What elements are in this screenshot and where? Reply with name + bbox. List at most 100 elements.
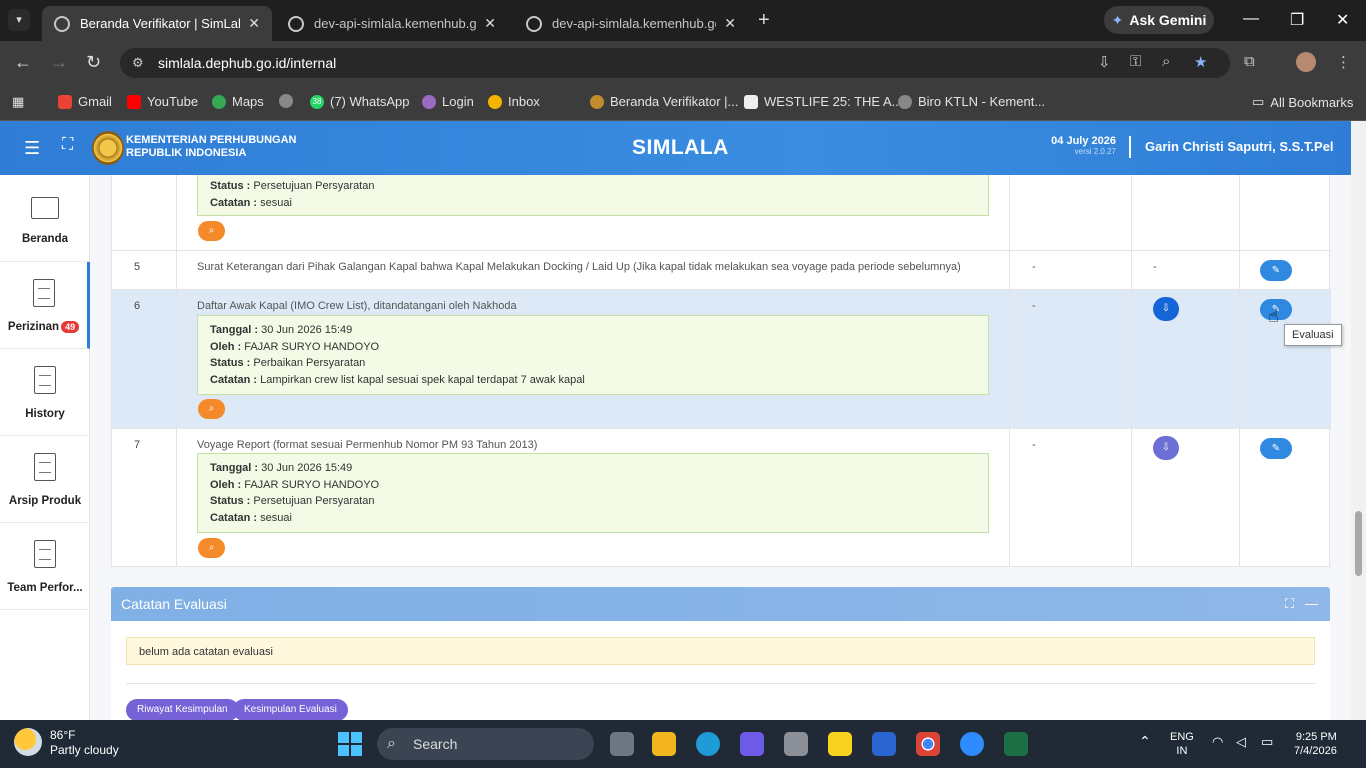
minimize-button[interactable]: —: [1243, 10, 1259, 28]
sidebar-item-label: Team Perfor...: [7, 582, 83, 594]
requirements-table: Status : Persetujuan Persyaratan Catatan…: [111, 175, 1331, 567]
cell-value: -: [1153, 261, 1157, 273]
weather-widget[interactable]: 86°F Partly cloudy: [14, 728, 119, 758]
url-field[interactable]: ⚙ simlala.dephub.go.id/internal: [120, 48, 1230, 78]
sidebar-item-beranda[interactable]: Beranda: [0, 175, 90, 262]
edge-icon[interactable]: [696, 732, 720, 756]
profile-avatar[interactable]: [1296, 52, 1316, 72]
evaluate-button[interactable]: ✎: [1260, 438, 1292, 459]
show-hidden-icons[interactable]: ⌃: [1139, 734, 1151, 748]
sidebar-item-history[interactable]: History: [0, 349, 90, 436]
empty-evaluation-note: belum ada catatan evaluasi: [126, 637, 1315, 665]
expand-icon[interactable]: ⛶: [1285, 596, 1294, 611]
close-tab-icon[interactable]: ✕: [484, 15, 496, 32]
bookmark-login[interactable]: Login: [422, 94, 474, 109]
page-scrollbar[interactable]: [1351, 121, 1366, 720]
sidebar-item-arsip-produk[interactable]: Arsip Produk: [0, 436, 90, 523]
note-value: Perbaikan Persyaratan: [253, 357, 366, 370]
url-text: simlala.dephub.go.id/internal: [158, 55, 337, 71]
fullscreen-icon[interactable]: ⛶: [62, 136, 73, 154]
simlala-icon: [590, 94, 604, 109]
main-content: Status : Persetujuan Persyaratan Catatan…: [90, 175, 1351, 720]
evaluation-note: Tanggal : 30 Jun 2026 15:49 Oleh : FAJAR…: [197, 453, 989, 533]
all-bookmarks[interactable]: ▭ All Bookmarks: [1252, 94, 1353, 110]
note-label: Catatan :: [210, 374, 258, 387]
back-icon[interactable]: ←: [14, 52, 32, 73]
note-value: Persetujuan Persyaratan: [253, 180, 375, 192]
windows-taskbar: 86°F Partly cloudy ⌕ Search ⌃ ENG IN ◠ ◁…: [0, 720, 1366, 768]
reload-icon[interactable]: ↻: [86, 52, 101, 73]
bookmark-biro-ktln[interactable]: Biro KTLN - Kement...: [898, 94, 1045, 109]
note-label: Catatan :: [210, 512, 258, 525]
install-app-icon[interactable]: ⇩: [1098, 53, 1111, 71]
view-detail-button[interactable]: ⌕: [198, 399, 225, 419]
bookmark-youtube[interactable]: YouTube: [127, 94, 198, 109]
volume-icon[interactable]: ◁: [1236, 735, 1246, 749]
view-detail-button[interactable]: ⌕: [198, 221, 225, 241]
riwayat-kesimpulan-button[interactable]: Riwayat Kesimpulan: [126, 699, 239, 720]
kesimpulan-evaluasi-button[interactable]: Kesimpulan Evaluasi: [233, 699, 348, 720]
windows-start-icon[interactable]: [338, 732, 362, 756]
bookmark-maps[interactable]: Maps: [212, 94, 264, 109]
ministry-line2: REPUBLIK INDONESIA: [126, 147, 247, 159]
download-button[interactable]: ⇩: [1153, 297, 1179, 321]
browser-tab[interactable]: dev-api-simlala.kemenhub.go.id ✕: [514, 6, 748, 41]
bookmark-beranda[interactable]: Beranda Verifikator |...: [590, 94, 738, 109]
clock[interactable]: 9:25 PM 7/4/2026: [1294, 730, 1337, 758]
column-divider: [1239, 175, 1240, 567]
chrome-menu-icon[interactable]: ⋮: [1336, 53, 1351, 71]
remote-desktop-icon[interactable]: [872, 732, 896, 756]
menu-hamburger-icon[interactable]: ☰: [24, 138, 40, 159]
sidebar-item-label: Perizinan: [7, 321, 60, 334]
sticky-notes-icon[interactable]: [828, 732, 852, 756]
battery-icon[interactable]: ▭: [1261, 735, 1273, 749]
collapse-icon[interactable]: —: [1305, 596, 1318, 611]
bookmark-globe[interactable]: [279, 94, 293, 108]
view-detail-button[interactable]: ⌕: [198, 538, 225, 558]
bookmark-whatsapp[interactable]: 38 (7) WhatsApp: [310, 94, 409, 109]
copilot-icon[interactable]: [740, 732, 764, 756]
user-name[interactable]: Garin Christi Saputri, S.S.T.Pel: [1145, 139, 1334, 154]
restore-button[interactable]: ❐: [1290, 10, 1304, 30]
gemini-star-icon: ✦: [1111, 11, 1124, 28]
evaluate-button[interactable]: ✎: [1260, 260, 1292, 281]
time-text: 9:25 PM: [1295, 731, 1337, 743]
close-window-button[interactable]: ✕: [1336, 10, 1349, 30]
sidebar-item-team-performance[interactable]: Team Perfor...: [0, 523, 90, 610]
language-indicator[interactable]: ENG IN: [1170, 730, 1194, 758]
header-date: 04 July 2026 versi 2.0.27: [1051, 135, 1116, 156]
bookmark-star-icon[interactable]: ★: [1194, 53, 1207, 71]
excel-icon[interactable]: [1004, 732, 1028, 756]
tab-search-button[interactable]: ▾: [8, 9, 30, 31]
download-button[interactable]: ⇩: [1153, 436, 1179, 460]
bookmark-westlife[interactable]: WESTLIFE 25: THE A...: [744, 94, 902, 109]
zoom-icon[interactable]: ⌕: [1162, 53, 1170, 70]
new-tab-button[interactable]: +: [758, 9, 770, 32]
close-tab-icon[interactable]: ✕: [724, 15, 736, 32]
ask-gemini-button[interactable]: ✦ Ask Gemini: [1104, 6, 1214, 34]
browser-tab[interactable]: dev-api-simlala.kemenhub.go.id ✕: [276, 6, 508, 41]
scrollbar-thumb[interactable]: [1355, 511, 1362, 576]
password-key-icon[interactable]: ⚿: [1130, 53, 1141, 70]
bookmark-gmail[interactable]: Gmail: [58, 94, 112, 109]
sidebar-item-perizinan[interactable]: Perizinan 49: [0, 262, 90, 349]
requirement-description: Daftar Awak Kapal (IMO Crew List), ditan…: [197, 300, 517, 312]
forward-icon[interactable]: →: [50, 52, 68, 73]
wifi-icon[interactable]: ◠: [1212, 735, 1223, 749]
browser-tab-active[interactable]: Beranda Verifikator | SimLala ✕: [42, 6, 272, 41]
bookmark-inbox[interactable]: Inbox: [488, 94, 540, 109]
taskbar-search[interactable]: ⌕ Search: [377, 728, 594, 760]
chrome-icon[interactable]: [916, 732, 940, 756]
close-tab-icon[interactable]: ✕: [248, 15, 260, 32]
camera-icon[interactable]: [784, 732, 808, 756]
zoom-icon[interactable]: [960, 732, 984, 756]
site-info-icon[interactable]: ⚙: [132, 48, 144, 78]
task-view-icon[interactable]: [610, 732, 634, 756]
note-label: Status :: [210, 495, 251, 508]
apps-grid-icon[interactable]: ▦: [12, 94, 24, 110]
document-icon: [34, 366, 56, 394]
bookmark-label: Beranda Verifikator |...: [610, 94, 739, 109]
file-explorer-icon[interactable]: [652, 732, 676, 756]
bookmarks-bar: ▦ Gmail YouTube Maps 38 (7) WhatsApp Logi…: [0, 85, 1366, 121]
extensions-icon[interactable]: ⧉: [1244, 53, 1255, 70]
